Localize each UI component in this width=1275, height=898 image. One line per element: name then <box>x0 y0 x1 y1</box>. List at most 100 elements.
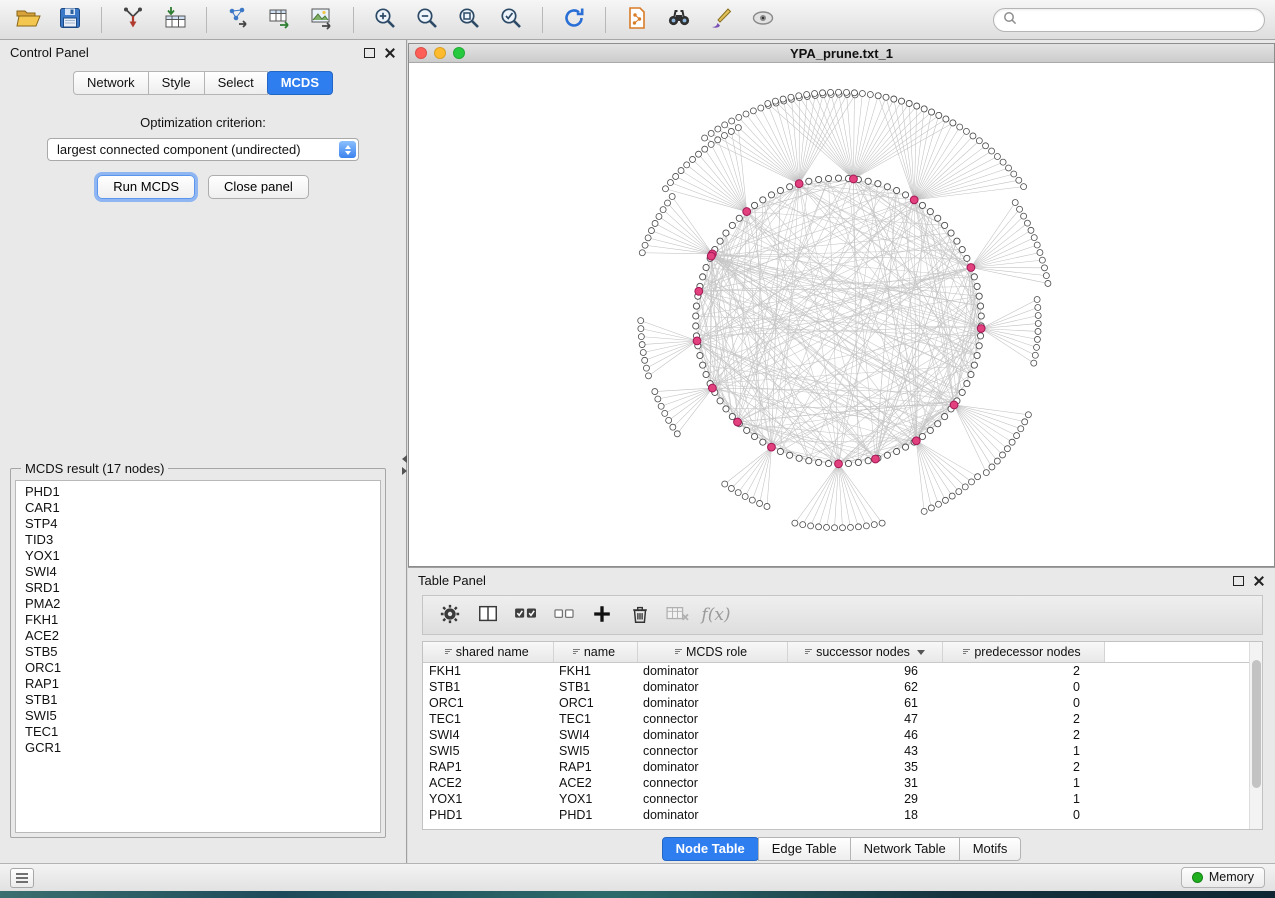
search-box[interactable] <box>993 8 1265 32</box>
run-mcds-button[interactable]: Run MCDS <box>97 175 195 199</box>
search-input[interactable] <box>1023 12 1255 27</box>
open-file-button[interactable] <box>10 4 46 36</box>
delete-column-button[interactable] <box>623 599 657 631</box>
result-node-TID3[interactable]: TID3 <box>25 532 380 548</box>
zoom-selected-button[interactable] <box>493 4 529 36</box>
column-header-predecessor_nodes[interactable]: predecessor nodes <box>942 642 1104 662</box>
table-row-ACE2[interactable]: ACE2ACE2connector311 <box>423 775 1249 791</box>
column-header-successor_nodes[interactable]: successor nodes <box>787 642 942 662</box>
cell-predecessor_nodes: 0 <box>942 695 1104 711</box>
result-node-YOX1[interactable]: YOX1 <box>25 548 380 564</box>
zoom-out-button[interactable] <box>409 4 445 36</box>
dominator-node <box>743 208 751 216</box>
apply-style-button[interactable] <box>703 4 739 36</box>
tab-mcds[interactable]: MCDS <box>267 71 333 95</box>
result-node-FKH1[interactable]: FKH1 <box>25 612 380 628</box>
table-scrollbar-thumb[interactable] <box>1252 660 1261 788</box>
refresh-view-button[interactable] <box>556 4 592 36</box>
result-node-CAR1[interactable]: CAR1 <box>25 500 380 516</box>
table-tab-node-table[interactable]: Node Table <box>662 837 759 861</box>
cell-filler <box>1104 791 1249 807</box>
result-node-SWI5[interactable]: SWI5 <box>25 708 380 724</box>
close-table-panel-icon[interactable] <box>1253 575 1265 587</box>
column-header-name[interactable]: name <box>553 642 637 662</box>
show-columns-button[interactable] <box>471 599 505 631</box>
memory-button[interactable]: Memory <box>1181 867 1265 888</box>
select-all-icon <box>513 604 539 627</box>
criterion-dropdown[interactable]: largest connected component (undirected) <box>47 138 359 161</box>
select-all-button[interactable] <box>509 599 543 631</box>
export-image-button[interactable] <box>304 4 340 36</box>
show-hide-graphics-button[interactable] <box>745 4 781 36</box>
result-node-PMA2[interactable]: PMA2 <box>25 596 380 612</box>
dominator-node <box>850 175 858 183</box>
table-scrollbar[interactable] <box>1249 642 1262 829</box>
close-panel-icon[interactable] <box>384 47 396 59</box>
cell-name: FKH1 <box>553 662 637 679</box>
minimize-window-icon[interactable] <box>434 47 446 59</box>
zoom-fit-button[interactable] <box>451 4 487 36</box>
unselect-all-button[interactable] <box>547 599 581 631</box>
search-network-button[interactable] <box>661 4 697 36</box>
result-node-RAP1[interactable]: RAP1 <box>25 676 380 692</box>
float-panel-icon[interactable] <box>364 48 375 58</box>
result-node-SWI4[interactable]: SWI4 <box>25 564 380 580</box>
save-session-icon <box>58 6 82 33</box>
float-table-panel-icon[interactable] <box>1233 576 1244 586</box>
import-table-button[interactable] <box>157 4 193 36</box>
table-row-FKH1[interactable]: FKH1FKH1dominator962 <box>423 662 1249 679</box>
search-icon <box>1003 11 1017 28</box>
cell-successor_nodes: 47 <box>787 711 942 727</box>
tab-select[interactable]: Select <box>204 71 268 95</box>
table-row-PHD1[interactable]: PHD1PHD1dominator180 <box>423 807 1249 823</box>
cell-filler <box>1104 759 1249 775</box>
result-node-ORC1[interactable]: ORC1 <box>25 660 380 676</box>
node-table[interactable]: shared namenameMCDS rolesuccessor nodesp… <box>422 641 1263 830</box>
add-column-button[interactable] <box>585 599 619 631</box>
column-type-icon <box>962 645 971 659</box>
close-window-icon[interactable] <box>415 47 427 59</box>
result-node-TEC1[interactable]: TEC1 <box>25 724 380 740</box>
column-header-mcds_role[interactable]: MCDS role <box>637 642 787 662</box>
cell-filler <box>1104 679 1249 695</box>
export-network-button[interactable] <box>220 4 256 36</box>
maximize-window-icon[interactable] <box>453 47 465 59</box>
table-tab-network-table[interactable]: Network Table <box>850 837 960 861</box>
status-bar: Memory <box>0 863 1275 891</box>
network-window-titlebar[interactable]: YPA_prune.txt_1 <box>409 44 1274 63</box>
table-row-SWI4[interactable]: SWI4SWI4dominator462 <box>423 727 1249 743</box>
import-network-button[interactable] <box>115 4 151 36</box>
close-panel-button[interactable]: Close panel <box>208 175 309 199</box>
network-canvas[interactable] <box>409 63 1274 565</box>
table-row-RAP1[interactable]: RAP1RAP1dominator352 <box>423 759 1249 775</box>
task-history-button[interactable] <box>10 868 34 888</box>
table-row-YOX1[interactable]: YOX1YOX1connector291 <box>423 791 1249 807</box>
tab-style[interactable]: Style <box>148 71 205 95</box>
zoom-in-button[interactable] <box>367 4 403 36</box>
cell-successor_nodes: 46 <box>787 727 942 743</box>
table-tab-edge-table[interactable]: Edge Table <box>758 837 851 861</box>
export-table-button[interactable] <box>262 4 298 36</box>
open-recent-document-button[interactable] <box>619 4 655 36</box>
table-row-STB1[interactable]: STB1STB1dominator620 <box>423 679 1249 695</box>
table-tab-motifs[interactable]: Motifs <box>959 837 1022 861</box>
result-node-SRD1[interactable]: SRD1 <box>25 580 380 596</box>
result-node-GCR1[interactable]: GCR1 <box>25 740 380 756</box>
tab-network[interactable]: Network <box>73 71 149 95</box>
save-session-button[interactable] <box>52 4 88 36</box>
attribute-settings-button[interactable] <box>433 599 467 631</box>
table-row-ORC1[interactable]: ORC1ORC1dominator610 <box>423 695 1249 711</box>
result-node-ACE2[interactable]: ACE2 <box>25 628 380 644</box>
table-panel-tabs: Node TableEdge TableNetwork TableMotifs <box>408 837 1275 861</box>
column-header-shared_name[interactable]: shared name <box>423 642 553 662</box>
result-node-STB5[interactable]: STB5 <box>25 644 380 660</box>
table-row-SWI5[interactable]: SWI5SWI5connector431 <box>423 743 1249 759</box>
result-node-PHD1[interactable]: PHD1 <box>25 484 380 500</box>
unselect-all-icon <box>552 605 576 626</box>
result-node-STB1[interactable]: STB1 <box>25 692 380 708</box>
cell-filler <box>1104 695 1249 711</box>
table-row-TEC1[interactable]: TEC1TEC1connector472 <box>423 711 1249 727</box>
dominator-node <box>695 287 703 295</box>
result-node-STP4[interactable]: STP4 <box>25 516 380 532</box>
mcds-result-list[interactable]: PHD1CAR1STP4TID3YOX1SWI4SRD1PMA2FKH1ACE2… <box>15 480 381 833</box>
